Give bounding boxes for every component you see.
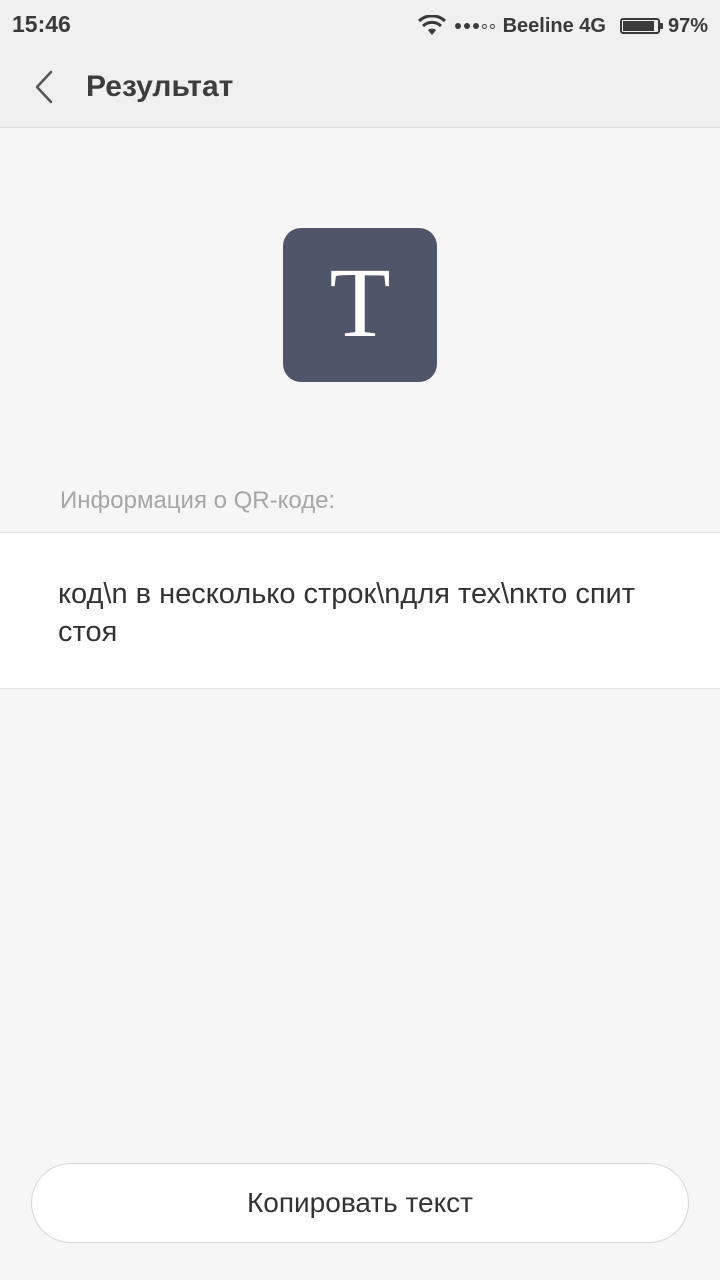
qr-content-text[interactable]: код\n в несколько строк\nдля тех\nкто сп… (58, 575, 668, 651)
copy-text-button[interactable]: Копировать текст (31, 1163, 689, 1243)
app-bar: Результат (0, 52, 720, 128)
qr-content-card: код\n в несколько строк\nдля тех\nкто сп… (0, 532, 720, 689)
wifi-icon (417, 15, 447, 37)
text-type-icon-letter: T (329, 247, 391, 358)
battery-percent: 97% (667, 14, 708, 37)
qr-info-label: Информация о QR-коде: (60, 487, 336, 514)
carrier-name: Beeline 4G (502, 14, 606, 37)
status-indicators: Beeline 4G 97% (417, 11, 708, 41)
status-bar: 15:46 Beeline 4G 97% (0, 0, 720, 52)
signal-strength-icon (454, 23, 495, 29)
chevron-left-icon (33, 70, 55, 109)
back-button[interactable] (22, 66, 66, 112)
page-title: Результат (86, 70, 234, 103)
battery-icon (619, 18, 663, 34)
status-time: 15:46 (12, 11, 71, 37)
text-type-icon: T (283, 228, 437, 382)
